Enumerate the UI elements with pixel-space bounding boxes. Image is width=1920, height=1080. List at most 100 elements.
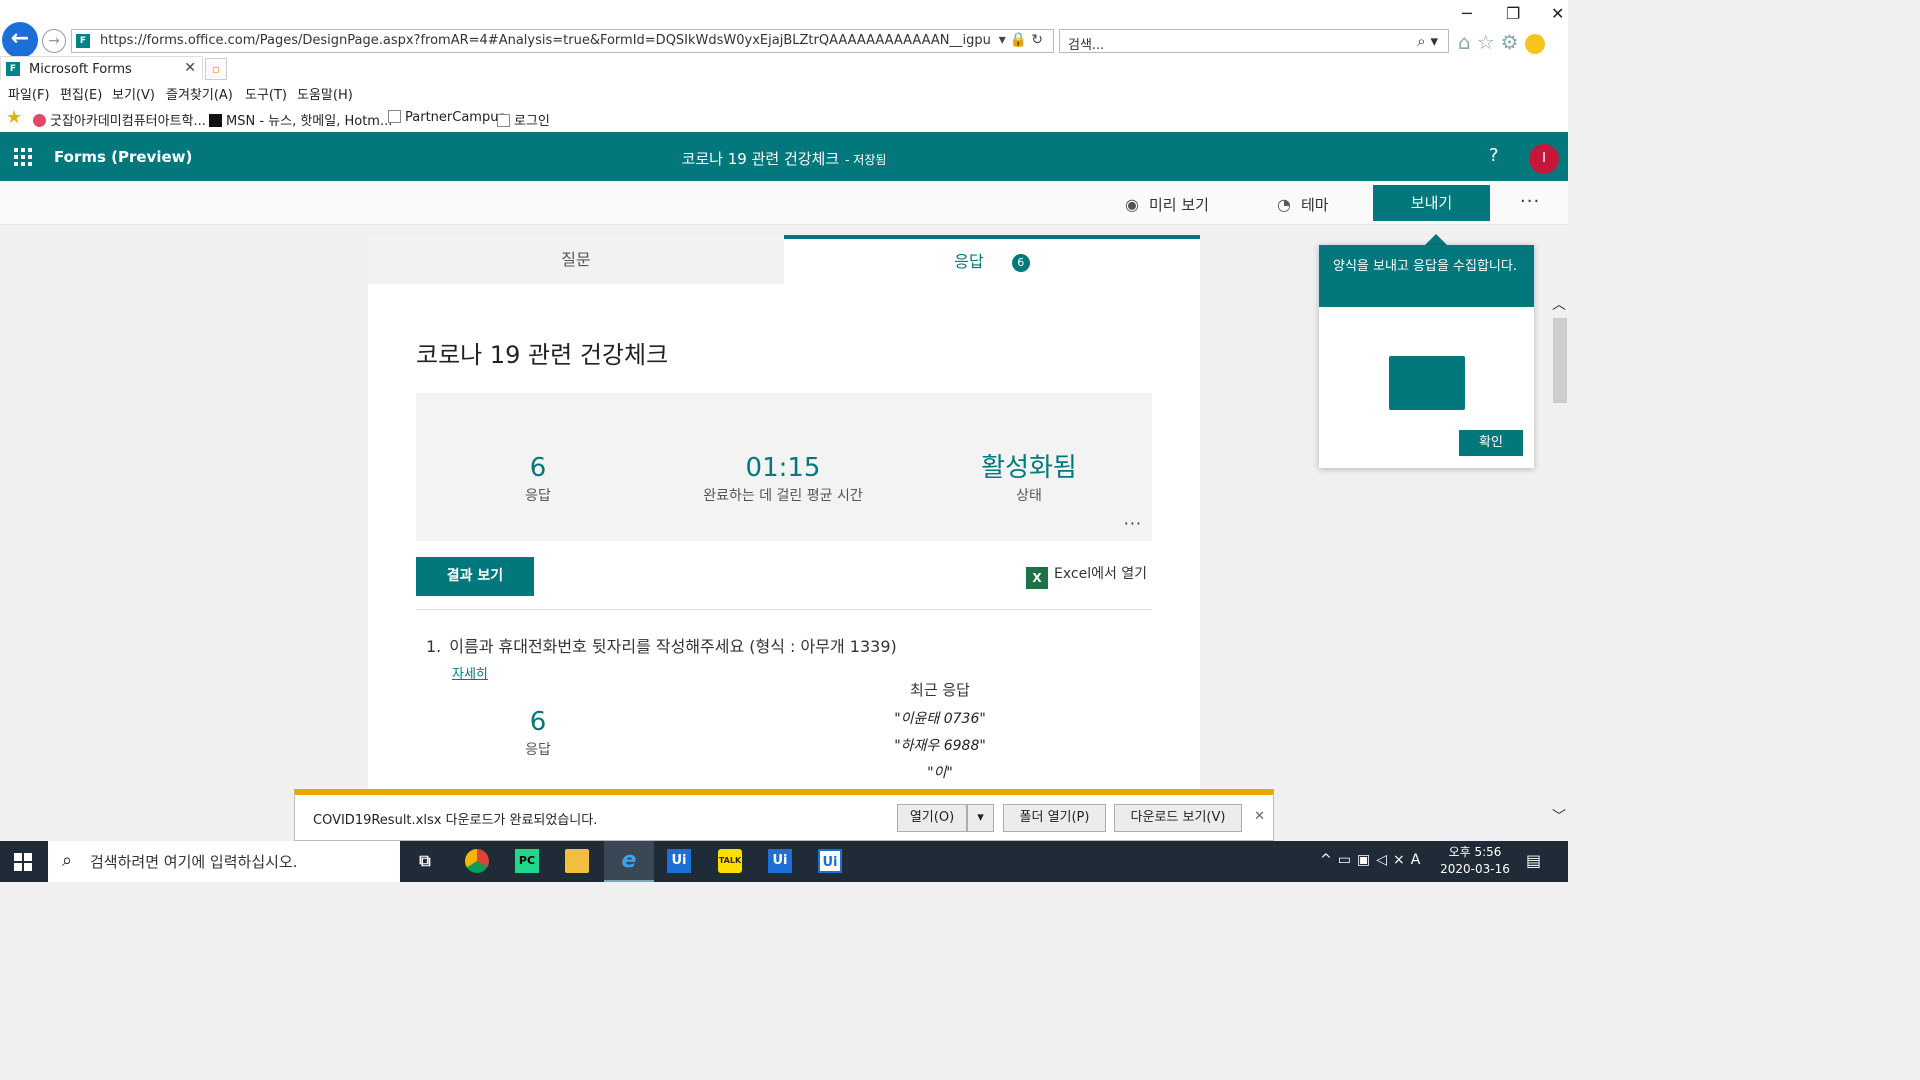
menu-view[interactable]: 보기(V) bbox=[112, 84, 155, 103]
avatar[interactable]: I bbox=[1529, 144, 1559, 174]
scroll-up-icon[interactable]: ︿ bbox=[1552, 294, 1566, 314]
forward-button[interactable]: → bbox=[42, 29, 66, 53]
tab-responses-label: 응답 bbox=[954, 252, 984, 271]
close-icon[interactable]: ✕ bbox=[1254, 809, 1265, 824]
more-options-icon[interactable]: ··· bbox=[1520, 191, 1540, 212]
taskbar-clock[interactable]: 오후 5:56 2020-03-16 bbox=[1440, 844, 1510, 878]
recent-response: "이윤태 0736" bbox=[894, 711, 986, 727]
network-icon[interactable]: ▣ bbox=[1357, 852, 1376, 868]
help-icon[interactable]: ? bbox=[1489, 145, 1499, 166]
browser-search-box[interactable]: 검색... ⌕ ▾ bbox=[1059, 29, 1449, 53]
volume-muted-icon[interactable]: ◁× bbox=[1376, 852, 1411, 868]
internet-explorer-icon[interactable]: e bbox=[604, 841, 654, 882]
send-button[interactable]: 보내기 bbox=[1373, 185, 1490, 221]
eye-icon: ◉ bbox=[1125, 195, 1139, 214]
scroll-thumb[interactable] bbox=[1553, 318, 1567, 403]
smiley-feedback-icon[interactable] bbox=[1524, 33, 1545, 54]
uipath-studio-icon[interactable]: Ui bbox=[805, 841, 855, 882]
chevron-up-icon[interactable]: ^ bbox=[1320, 852, 1338, 868]
file-explorer-icon[interactable] bbox=[552, 841, 602, 882]
system-tray: ^▭▣◁×A bbox=[1320, 852, 1426, 868]
menu-file[interactable]: 파일(F) bbox=[8, 84, 50, 103]
battery-icon[interactable]: ▭ bbox=[1338, 852, 1357, 868]
restore-button[interactable]: ❐ bbox=[1506, 4, 1520, 23]
close-window-button[interactable]: ✕ bbox=[1551, 4, 1564, 23]
favorite-item[interactable]: MSN - 뉴스, 핫메일, Hotm... bbox=[209, 110, 392, 129]
menu-help[interactable]: 도움말(H) bbox=[297, 84, 353, 103]
browser-chrome: ─ ❐ ✕ ← → F https://forms.office.com/Pag… bbox=[0, 0, 1568, 132]
stats-more-icon[interactable]: ··· bbox=[1124, 514, 1142, 533]
windows-start-icon[interactable] bbox=[14, 853, 32, 871]
task-view-icon[interactable]: ⧉ bbox=[400, 841, 450, 882]
search-icon: ⌕ bbox=[62, 850, 73, 871]
tab-responses[interactable]: 응답 6 bbox=[784, 235, 1200, 284]
favorite-item[interactable]: PartnerCampus bbox=[388, 110, 505, 125]
notification-center-icon[interactable]: ▤ bbox=[1526, 851, 1541, 870]
divider bbox=[416, 609, 1152, 610]
flower-icon bbox=[33, 114, 46, 127]
dropdown-icon[interactable]: ▾ bbox=[999, 32, 1010, 48]
question-count-label: 응답 bbox=[525, 742, 551, 758]
recent-responses-title: 최근 응답 bbox=[910, 681, 970, 699]
new-tab-button[interactable]: ▫ bbox=[205, 58, 227, 80]
preview-button[interactable]: ◉ 미리 보기 bbox=[1125, 194, 1209, 215]
form-tabs: 질문 응답 6 bbox=[368, 235, 1200, 284]
ime-indicator[interactable]: A bbox=[1411, 852, 1427, 868]
uipath-icon[interactable]: Ui bbox=[755, 841, 805, 882]
browser-tab[interactable]: F Microsoft Forms ✕ bbox=[0, 56, 203, 80]
gear-icon[interactable]: ⚙ bbox=[1501, 30, 1525, 54]
menu-bar: 파일(F) 편집(E) 보기(V) 즐겨찾기(A) 도구(T) 도움말(H) bbox=[0, 80, 1568, 104]
taskbar-search-placeholder[interactable]: 검색하려면 여기에 입력하십시오. bbox=[90, 851, 298, 872]
stat-avg-time: 01:15 완료하는 데 걸린 평균 시간 bbox=[663, 451, 903, 505]
open-folder-button[interactable]: 폴더 열기(P) bbox=[1003, 804, 1106, 832]
search-icon[interactable]: ⌕ ▾ bbox=[1417, 32, 1438, 50]
page-icon bbox=[497, 114, 510, 127]
menu-edit[interactable]: 편집(E) bbox=[60, 84, 102, 103]
view-results-button[interactable]: 결과 보기 bbox=[416, 557, 534, 596]
pycharm-icon[interactable]: PC bbox=[502, 841, 552, 882]
scroll-down-icon[interactable]: ﹀ bbox=[1552, 806, 1566, 826]
question-text: 이름과 휴대전화번호 뒷자리를 작성해주세요 (형식 : 아무개 1339) bbox=[449, 637, 897, 656]
address-bar[interactable]: F https://forms.office.com/Pages/DesignP… bbox=[71, 29, 1054, 53]
clock-time: 오후 5:56 bbox=[1448, 845, 1502, 859]
confirm-button[interactable]: 확인 bbox=[1459, 430, 1523, 456]
open-dropdown-button[interactable]: ▾ bbox=[967, 804, 994, 832]
header-title-text: 코로나 19 관련 건강체크 bbox=[681, 150, 840, 168]
chrome-icon[interactable] bbox=[452, 841, 502, 882]
open-file-button[interactable]: 열기(O) bbox=[897, 804, 967, 832]
question-response-count: 6 응답 bbox=[478, 705, 598, 759]
command-bar: ◉ 미리 보기 ◔ 테마 보내기 ··· bbox=[0, 181, 1568, 225]
question-number: 1. bbox=[426, 637, 442, 656]
favorite-item[interactable]: 로그인 bbox=[497, 110, 550, 129]
view-downloads-button[interactable]: 다운로드 보기(V) bbox=[1114, 804, 1242, 832]
favorites-star-icon[interactable]: ★ bbox=[6, 107, 22, 128]
taskbar-search[interactable]: ⌕ 검색하려면 여기에 입력하십시오. bbox=[48, 841, 400, 882]
forms-favicon-icon: F bbox=[76, 34, 90, 48]
msn-icon bbox=[209, 114, 222, 127]
address-url[interactable]: https://forms.office.com/Pages/DesignPag… bbox=[100, 33, 990, 48]
stat-value: 01:15 bbox=[745, 453, 821, 483]
open-in-excel-link[interactable]: X Excel에서 열기 bbox=[1026, 563, 1147, 589]
page-scrollbar[interactable]: ︿ ﹀ bbox=[1550, 290, 1568, 830]
taskbar: ⌕ 검색하려면 여기에 입력하십시오. ⧉ PC e Ui TALK Ui Ui… bbox=[0, 841, 1568, 882]
palette-icon: ◔ bbox=[1277, 195, 1291, 214]
details-link[interactable]: 자세히 bbox=[452, 663, 488, 682]
page-icon bbox=[388, 110, 401, 123]
favorite-item[interactable]: 굿잡아카데미컴퓨터아트학... bbox=[33, 110, 206, 129]
lock-icon[interactable]: 🔒 bbox=[1010, 32, 1031, 48]
home-icon[interactable]: ⌂ bbox=[1458, 30, 1477, 54]
kakaotalk-icon[interactable]: TALK bbox=[705, 841, 755, 882]
envelope-icon bbox=[1389, 356, 1465, 410]
tab-close-icon[interactable]: ✕ bbox=[184, 60, 196, 76]
download-notification: COVID19Result.xlsx 다운로드가 완료되었습니다. 열기(O) … bbox=[294, 789, 1274, 841]
browser-search-placeholder[interactable]: 검색... bbox=[1068, 34, 1104, 53]
minimize-button[interactable]: ─ bbox=[1462, 4, 1472, 23]
menu-favorites[interactable]: 즐겨찾기(A) bbox=[166, 84, 233, 103]
refresh-icon[interactable]: ↻ bbox=[1031, 32, 1047, 48]
theme-button[interactable]: ◔ 테마 bbox=[1277, 194, 1329, 215]
favorites-star-icon[interactable]: ☆ bbox=[1477, 30, 1501, 54]
menu-tools[interactable]: 도구(T) bbox=[245, 84, 287, 103]
tab-questions[interactable]: 질문 bbox=[368, 235, 784, 284]
uipath-icon[interactable]: Ui bbox=[654, 841, 704, 882]
back-button[interactable]: ← bbox=[2, 22, 38, 58]
